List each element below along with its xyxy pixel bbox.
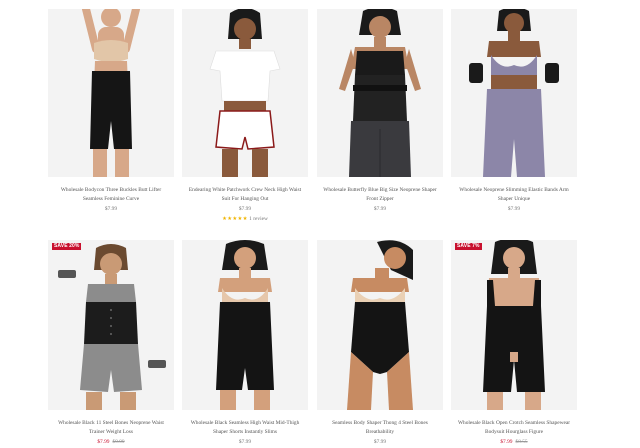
product-image[interactable]: SAVE 20%: [48, 240, 174, 410]
product-price: $7.99: [507, 206, 521, 212]
product-card[interactable]: Endearing White Patchwork Crew Neck High…: [182, 9, 308, 223]
product-card[interactable]: Wholesale Black Seamless High Waist Mid-…: [182, 240, 308, 446]
product-title[interactable]: Endearing White Patchwork Crew Neck High…: [182, 186, 308, 204]
product-image[interactable]: [48, 9, 174, 177]
sale-badge: SAVE 7%: [455, 243, 482, 250]
product-title[interactable]: Seamless Body Shaper Thong 4 Steel Bones…: [317, 419, 443, 437]
product-image[interactable]: SAVE 7%: [451, 240, 577, 410]
model-lavender-set-icon: [469, 9, 559, 177]
model-grey-set-waist-trainer-icon: [58, 244, 166, 410]
model-black-high-waist-shorts-icon: [216, 240, 274, 410]
product-title[interactable]: Wholesale Neoprene Slimming Elastic Band…: [451, 186, 577, 204]
product-card[interactable]: Wholesale Butterfly Blue Big Size Neopre…: [317, 9, 443, 213]
product-title[interactable]: Wholesale Black 11 Steel Bones Neoprene …: [48, 419, 174, 437]
model-black-waist-trainer-icon: [339, 9, 421, 177]
star-rating-icon: ★★★★★: [222, 216, 248, 222]
product-title[interactable]: Wholesale Black Open Crotch Seamless Sha…: [451, 419, 577, 437]
product-price: $7.99 $9.99: [48, 439, 174, 446]
product-price: $7.99: [373, 206, 387, 212]
product-title[interactable]: Wholesale Butterfly Blue Big Size Neopre…: [317, 186, 443, 204]
sale-badge: SAVE 20%: [52, 243, 82, 250]
product-title[interactable]: Wholesale Bodycon Three Buckles Butt Lif…: [48, 186, 174, 204]
product-card[interactable]: Wholesale Neoprene Slimming Elastic Band…: [451, 9, 577, 213]
product-price: $7.99: [373, 439, 387, 445]
sale-price: $7.99: [500, 439, 513, 445]
product-title[interactable]: Wholesale Black Seamless High Waist Mid-…: [182, 419, 308, 437]
product-rating[interactable]: ★★★★★ 1 review: [182, 215, 308, 223]
product-card[interactable]: SAVE 20% Wholesale Black 11 Steel Bones …: [48, 240, 174, 446]
model-white-tee-shorts-icon: [209, 9, 281, 177]
product-image[interactable]: [317, 9, 443, 177]
product-image[interactable]: [182, 240, 308, 410]
product-card[interactable]: SAVE 7% Wholesale Black Open Crotch Seam…: [451, 240, 577, 446]
product-price: $7.99: [104, 206, 118, 212]
model-black-shaper-thong-icon: [347, 240, 413, 410]
sale-price: $7.99: [97, 439, 110, 445]
product-price: $7.99 $8.55: [451, 439, 577, 446]
original-price: $8.55: [515, 439, 528, 445]
review-count[interactable]: 1 review: [249, 216, 268, 222]
product-card[interactable]: Wholesale Bodycon Three Buckles Butt Lif…: [48, 9, 174, 213]
product-image[interactable]: [182, 9, 308, 177]
product-price: $7.99: [238, 206, 252, 212]
product-image[interactable]: [451, 9, 577, 177]
product-image[interactable]: [317, 240, 443, 410]
product-card[interactable]: Seamless Body Shaper Thong 4 Steel Bones…: [317, 240, 443, 446]
model-beige-bra-black-shorts-icon: [82, 9, 140, 177]
product-price: $7.99: [238, 439, 252, 445]
model-black-open-bust-bodysuit-icon: [483, 240, 545, 410]
original-price: $9.99: [112, 439, 125, 445]
